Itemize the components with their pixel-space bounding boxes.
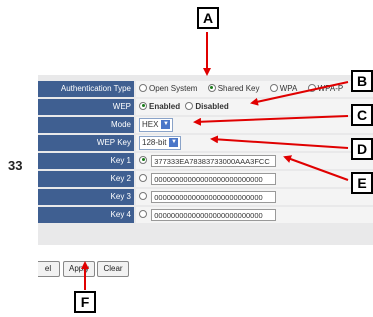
callout-b: B <box>351 70 373 92</box>
callout-f: F <box>74 291 96 313</box>
arrow-b <box>250 81 349 106</box>
callout-a: A <box>197 7 219 29</box>
callout-d: D <box>351 138 373 160</box>
arrow-d <box>210 135 349 149</box>
arrow-c <box>193 115 349 126</box>
callout-arrows <box>81 32 349 290</box>
callout-c: C <box>351 104 373 126</box>
arrow-e <box>283 155 349 181</box>
callout-e: E <box>351 172 373 194</box>
